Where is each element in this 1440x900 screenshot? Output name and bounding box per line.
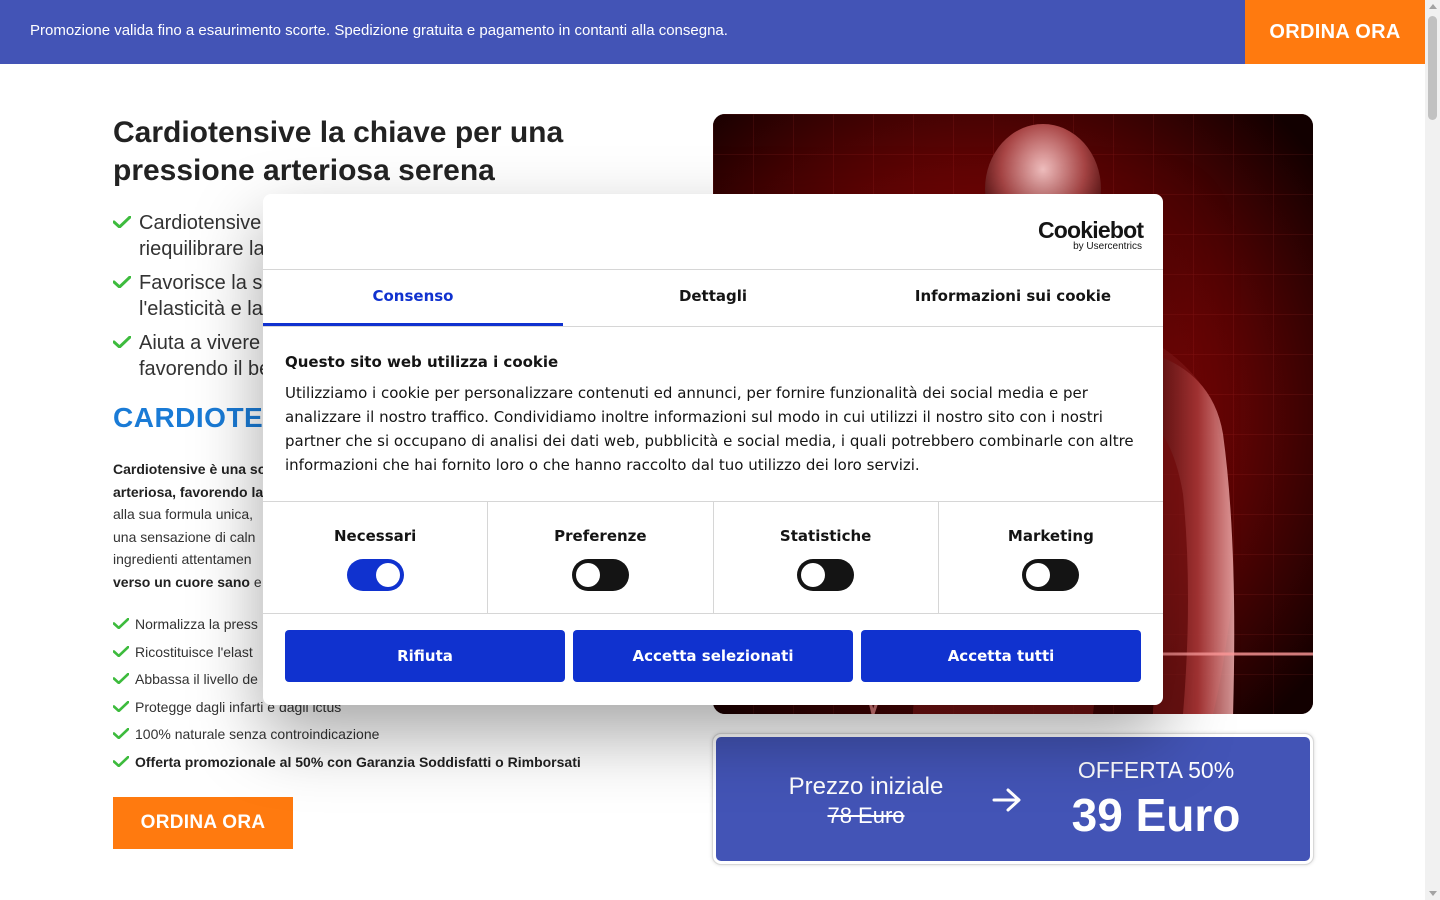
desc-line: ingredienti attentamen — [113, 551, 252, 567]
necessary-toggle[interactable] — [346, 559, 404, 591]
desc-line: una sensazione di caln — [113, 528, 256, 545]
check-icon — [113, 276, 131, 288]
landing-page: Promozione valida fino a esaurimento sco… — [0, 0, 1440, 900]
old-price: 78 Euro — [827, 803, 905, 828]
feature-text: 100% naturale senza controindicazione — [135, 726, 380, 742]
category-marketing: Marketing — [939, 502, 1163, 613]
check-icon — [113, 645, 129, 657]
initial-price-block: Prezzo iniziale 78 Euro — [716, 773, 1016, 829]
category-label: Marketing — [1007, 527, 1094, 545]
price-box: Prezzo iniziale 78 Euro OFFERTA 50% 39 E… — [712, 733, 1314, 865]
check-icon — [113, 216, 131, 228]
hero-title: Cardiotensive la chiave per una pression… — [113, 116, 564, 187]
page-scrollbar[interactable] — [1425, 0, 1440, 900]
feature-text: Ricostituisce l'elast — [135, 643, 253, 660]
cookie-body-text: Utilizziamo i cookie per personalizzare … — [285, 384, 1134, 474]
cookiebot-logo-text: Cookiebot — [1038, 217, 1144, 243]
category-label: Statistiche — [779, 527, 872, 545]
desc-line: arteriosa, favorendo la — [113, 483, 264, 500]
hero-bullet-line-2: favorendo il be — [139, 358, 271, 380]
order-now-top-button[interactable]: ORDINA ORA — [1245, 0, 1425, 64]
scroll-down-arrow-icon[interactable] — [1429, 891, 1437, 896]
preferences-toggle[interactable] — [571, 559, 629, 591]
product-subheading: CARDIOTEN — [113, 402, 284, 433]
promo-bar: Promozione valida fino a esaurimento sco… — [0, 0, 1425, 64]
tab-details[interactable]: Dettagli — [563, 270, 863, 326]
toggle-knob — [375, 563, 400, 587]
feature-item: 100% naturale senza controindicazione — [113, 721, 673, 749]
cookie-category-toggles: Necessari Preferenze Statistiche Marketi… — [263, 501, 1163, 614]
offer-price: 39 Euro — [1071, 789, 1241, 841]
promo-text: Promozione valida fino a esaurimento sco… — [30, 22, 728, 39]
check-icon — [113, 336, 131, 348]
order-now-button[interactable]: ORDINA ORA — [113, 797, 293, 849]
feature-text: Abbassa il livello de — [135, 671, 258, 687]
cookie-heading: Questo sito web utilizza i cookie — [285, 353, 559, 371]
check-icon — [113, 728, 129, 739]
cookie-buttons: Rifiuta Accetta selezionati Accetta tutt… — [285, 630, 1141, 682]
tab-about-cookies[interactable]: Informazioni sui cookie — [863, 270, 1163, 326]
toggle-knob — [575, 563, 600, 587]
reject-button[interactable]: Rifiuta — [285, 630, 565, 682]
scroll-thumb[interactable] — [1428, 16, 1437, 120]
feature-item-offer: Offerta promozionale al 50% con Garanzia… — [113, 749, 673, 777]
category-label: Necessari — [333, 527, 417, 545]
marketing-toggle[interactable] — [1022, 559, 1080, 591]
category-preferences: Preferenze — [488, 502, 714, 613]
check-icon — [113, 755, 129, 767]
desc-line: Cardiotensive è una so — [113, 461, 267, 477]
accept-selected-button[interactable]: Accetta selezionati — [573, 630, 853, 682]
hero-bullet-line-2: riequilibrare la — [139, 238, 265, 260]
statistics-toggle[interactable] — [797, 559, 855, 591]
scroll-up-arrow-icon[interactable] — [1429, 4, 1437, 9]
hero-bullet-line-1: Aiuta a vivere — [139, 332, 261, 354]
desc-line-bold: verso un cuore sano — [113, 573, 250, 590]
desc-line-rest: e — [249, 573, 262, 590]
feature-text: Normalizza la press — [135, 616, 258, 632]
desc-line: alla sua formula unica, — [113, 506, 254, 522]
initial-price-label: Prezzo iniziale — [788, 773, 944, 800]
category-label: Preferenze — [554, 527, 647, 545]
check-icon — [113, 618, 129, 629]
offer-price-block: OFFERTA 50% 39 Euro — [1016, 757, 1296, 842]
hero-bullet-line-1: Cardiotensive — [139, 212, 262, 234]
cookiebot-logo: Cookiebot by Usercentrics — [1038, 217, 1144, 252]
accept-all-button[interactable]: Accetta tutti — [861, 630, 1141, 682]
toggle-knob — [801, 563, 826, 587]
hero-bullet-line-1: Favorisce la sa — [139, 272, 274, 294]
cookie-consent-dialog: Cookiebot by Usercentrics Consenso Detta… — [263, 194, 1163, 705]
toggle-knob — [1026, 563, 1051, 587]
category-necessary: Necessari — [263, 502, 489, 613]
feature-text: Offerta promozionale al 50% con Garanzia… — [135, 753, 581, 770]
cookiebot-logo-subtext: by Usercentrics — [1073, 241, 1142, 252]
category-statistics: Statistiche — [714, 502, 939, 613]
check-icon — [113, 700, 129, 712]
tab-consent[interactable]: Consenso — [263, 270, 563, 326]
offer-label: OFFERTA 50% — [1077, 757, 1235, 783]
check-icon — [113, 673, 129, 684]
hero-bullet-line-2: l'elasticità e la — [139, 298, 263, 320]
cookie-tabs: Consenso Dettagli Informazioni sui cooki… — [263, 269, 1163, 327]
